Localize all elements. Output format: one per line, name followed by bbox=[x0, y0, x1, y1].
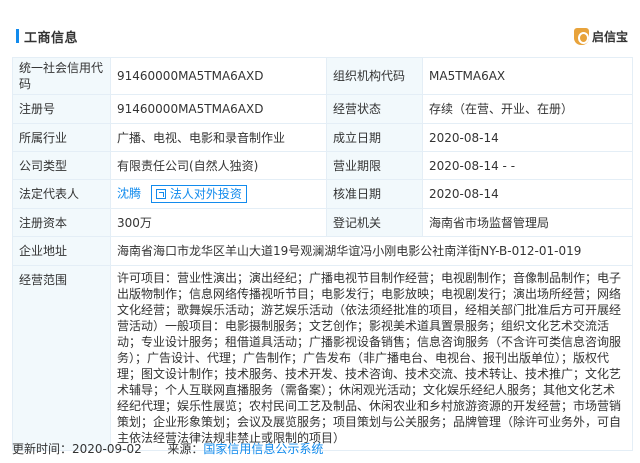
value-status: 存续（在营、开业、在册） bbox=[422, 94, 633, 124]
value-term: 2020-08-14 - - bbox=[422, 151, 633, 180]
footer: 更新时间：2020-09-02 来源：国家信用信息公示系统 bbox=[12, 440, 323, 457]
value-scope: 许可项目：营业性演出；演出经纪；广播电视节目制作经营；电视剧制作；音像制品制作；… bbox=[110, 265, 633, 451]
value-capital: 300万 bbox=[110, 208, 327, 237]
value-approval-date: 2020-08-14 bbox=[422, 179, 633, 209]
section-header: 工商信息 启信宝 bbox=[12, 26, 632, 46]
section-title: 工商信息 bbox=[24, 31, 79, 46]
value-founded: 2020-08-14 bbox=[422, 123, 633, 152]
label-authority: 登记机关 bbox=[326, 208, 423, 237]
table-row: 法定代表人 沈腾 法人对外投资 核准日期 2020-08-14 bbox=[12, 179, 633, 209]
value-company-type: 有限责任公司(自然人独资) bbox=[110, 151, 327, 180]
label-org-code: 组织机构代码 bbox=[326, 57, 423, 95]
brand-logo[interactable]: 启信宝 bbox=[573, 26, 628, 46]
table-row: 注册资本 300万 登记机关 海南省市场监督管理局 bbox=[12, 208, 633, 237]
label-term: 营业期限 bbox=[326, 151, 423, 180]
label-industry: 所属行业 bbox=[12, 123, 111, 152]
table-row: 企业地址 海南省海口市龙华区羊山大道19号观澜湖华谊冯小刚电影公社南洋街NY-B… bbox=[12, 236, 633, 266]
label-founded: 成立日期 bbox=[326, 123, 423, 152]
value-org-code: MA5TMA6AX bbox=[422, 57, 633, 95]
legal-rep-link[interactable]: 沈腾 bbox=[117, 187, 141, 201]
update-time: 更新时间：2020-09-02 bbox=[12, 442, 142, 456]
business-info-table: 统一社会信用代码 91460000MA5TMA6AXD 组织机构代码 MA5TM… bbox=[12, 57, 633, 451]
value-credit-code: 91460000MA5TMA6AXD bbox=[110, 57, 327, 95]
value-authority: 海南省市场监督管理局 bbox=[422, 208, 633, 237]
value-address: 海南省海口市龙华区羊山大道19号观澜湖华谊冯小刚电影公社南洋街NY-B-012-… bbox=[110, 236, 633, 266]
header-accent-bar bbox=[16, 29, 19, 43]
external-link-icon bbox=[155, 189, 166, 199]
label-credit-code: 统一社会信用代码 bbox=[12, 57, 111, 95]
label-company-type: 公司类型 bbox=[12, 151, 111, 180]
table-row: 统一社会信用代码 91460000MA5TMA6AXD 组织机构代码 MA5TM… bbox=[12, 57, 633, 95]
qixinbao-logo-icon bbox=[573, 27, 589, 45]
label-approval-date: 核准日期 bbox=[326, 179, 423, 209]
source-link[interactable]: 国家信用信息公示系统 bbox=[203, 442, 323, 456]
value-industry: 广播、电视、电影和录音制作业 bbox=[110, 123, 327, 152]
brand-name: 启信宝 bbox=[591, 29, 628, 44]
label-address: 企业地址 bbox=[12, 236, 111, 266]
value-reg-number: 91460000MA5TMA6AXD bbox=[110, 94, 327, 124]
label-reg-number: 注册号 bbox=[12, 94, 111, 124]
label-legal-rep: 法定代表人 bbox=[12, 179, 111, 209]
table-row: 经营范围 许可项目：营业性演出；演出经纪；广播电视节目制作经营；电视剧制作；音像… bbox=[12, 265, 633, 451]
value-legal-rep-cell: 沈腾 法人对外投资 bbox=[110, 179, 327, 209]
label-scope: 经营范围 bbox=[12, 265, 111, 451]
investment-button-label: 法人对外投资 bbox=[169, 187, 242, 201]
table-row: 注册号 91460000MA5TMA6AXD 经营状态 存续（在营、开业、在册） bbox=[12, 94, 633, 124]
table-row: 公司类型 有限责任公司(自然人独资) 营业期限 2020-08-14 - - bbox=[12, 151, 633, 180]
table-row: 所属行业 广播、电视、电影和录音制作业 成立日期 2020-08-14 bbox=[12, 123, 633, 152]
source-label: 来源： bbox=[167, 442, 204, 456]
label-status: 经营状态 bbox=[326, 94, 423, 124]
legal-rep-investment-button[interactable]: 法人对外投资 bbox=[150, 185, 247, 203]
label-capital: 注册资本 bbox=[12, 208, 111, 237]
